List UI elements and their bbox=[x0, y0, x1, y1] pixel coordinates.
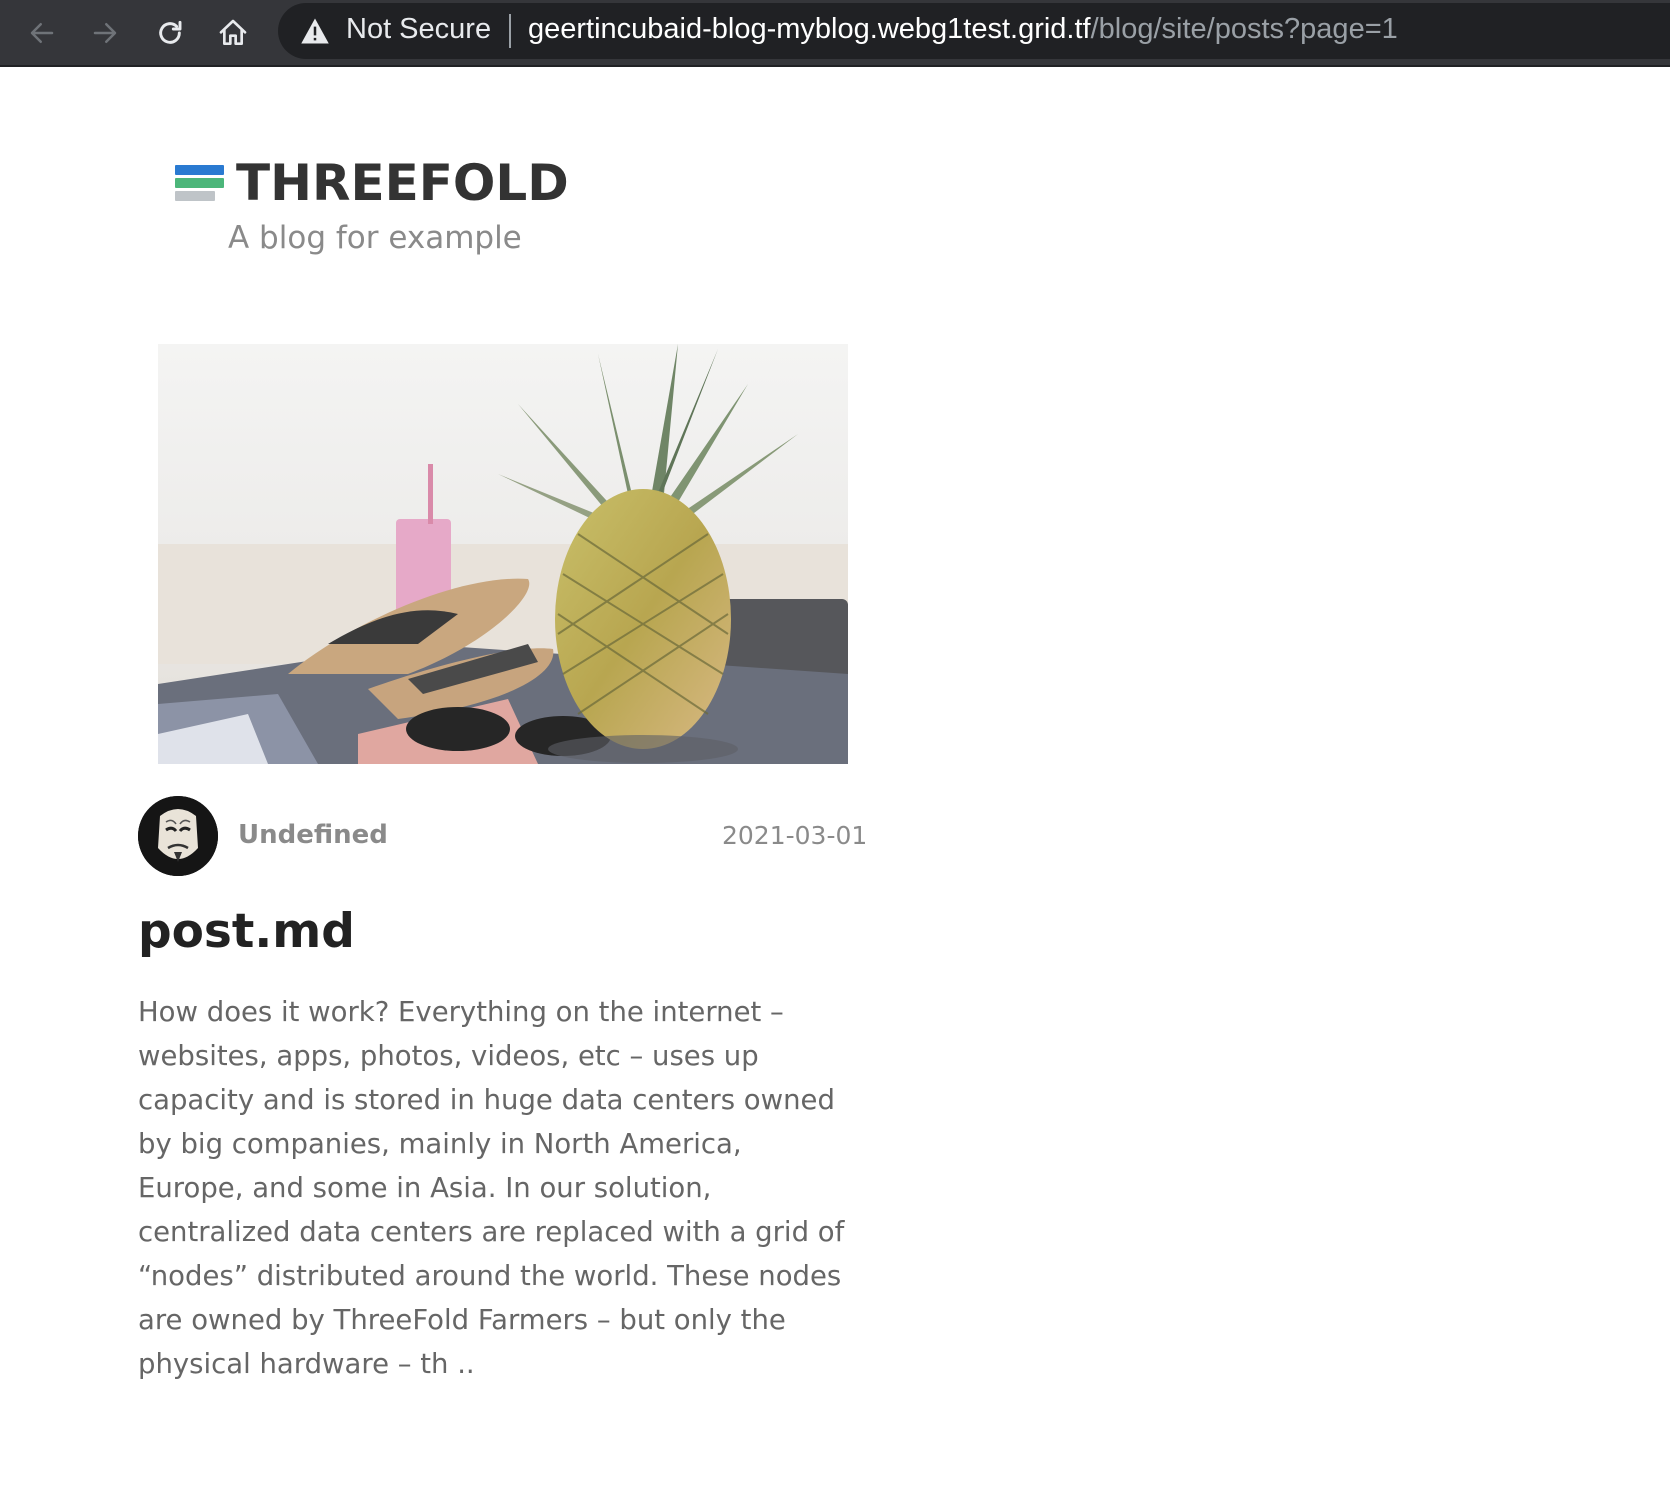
author-avatar[interactable] bbox=[138, 796, 218, 876]
omnibox-divider bbox=[509, 14, 511, 48]
excerpt-line: capacity and is stored in huge data cent… bbox=[138, 1084, 835, 1116]
site-logo-text: THREEFOLD bbox=[236, 154, 569, 212]
warning-triangle-icon[interactable] bbox=[300, 17, 330, 45]
browser-toolbar: Not Secure geertincubaid-blog-myblog.web… bbox=[0, 0, 1670, 67]
post-cover-image[interactable] bbox=[158, 344, 848, 764]
arrow-right-icon bbox=[93, 23, 117, 43]
security-label[interactable]: Not Secure bbox=[346, 13, 491, 46]
forward-button[interactable] bbox=[80, 8, 130, 58]
excerpt-line: Europe, and some in Asia. In our solutio… bbox=[138, 1172, 712, 1204]
home-button[interactable] bbox=[208, 8, 258, 58]
arrow-left-icon bbox=[30, 23, 54, 43]
post-date: 2021-03-01 bbox=[722, 821, 868, 850]
site-logo[interactable]: THREEFOLD bbox=[175, 158, 569, 208]
excerpt-line: are owned by ThreeFold Farmers – but onl… bbox=[138, 1304, 786, 1336]
reload-icon bbox=[159, 20, 182, 44]
url-path: /blog/site/posts?page=1 bbox=[1090, 13, 1398, 45]
threefold-logo-icon bbox=[175, 161, 224, 206]
post-title[interactable]: post.md bbox=[138, 904, 355, 959]
reload-button[interactable] bbox=[145, 8, 195, 58]
url-host: geertincubaid-blog-myblog.webg1test.grid… bbox=[528, 13, 1091, 45]
excerpt-line: websites, apps, photos, videos, etc – us… bbox=[138, 1040, 759, 1072]
excerpt-line: physical hardware – th .. bbox=[138, 1348, 475, 1380]
excerpt-line: How does it work? Everything on the inte… bbox=[138, 996, 784, 1028]
post-author[interactable]: Undefined bbox=[238, 820, 388, 850]
excerpt-line: by big companies, mainly in North Americ… bbox=[138, 1128, 742, 1160]
home-icon bbox=[219, 19, 247, 45]
excerpt-line: “nodes” distributed around the world. Th… bbox=[138, 1260, 842, 1292]
site-tagline: A blog for example bbox=[228, 220, 522, 256]
back-button[interactable] bbox=[17, 8, 67, 58]
url-text[interactable]: geertincubaid-blog-myblog.webg1test.grid… bbox=[528, 13, 1398, 46]
post-excerpt: How does it work? Everything on the inte… bbox=[138, 990, 878, 1386]
excerpt-line: centralized data centers are replaced wi… bbox=[138, 1216, 845, 1248]
